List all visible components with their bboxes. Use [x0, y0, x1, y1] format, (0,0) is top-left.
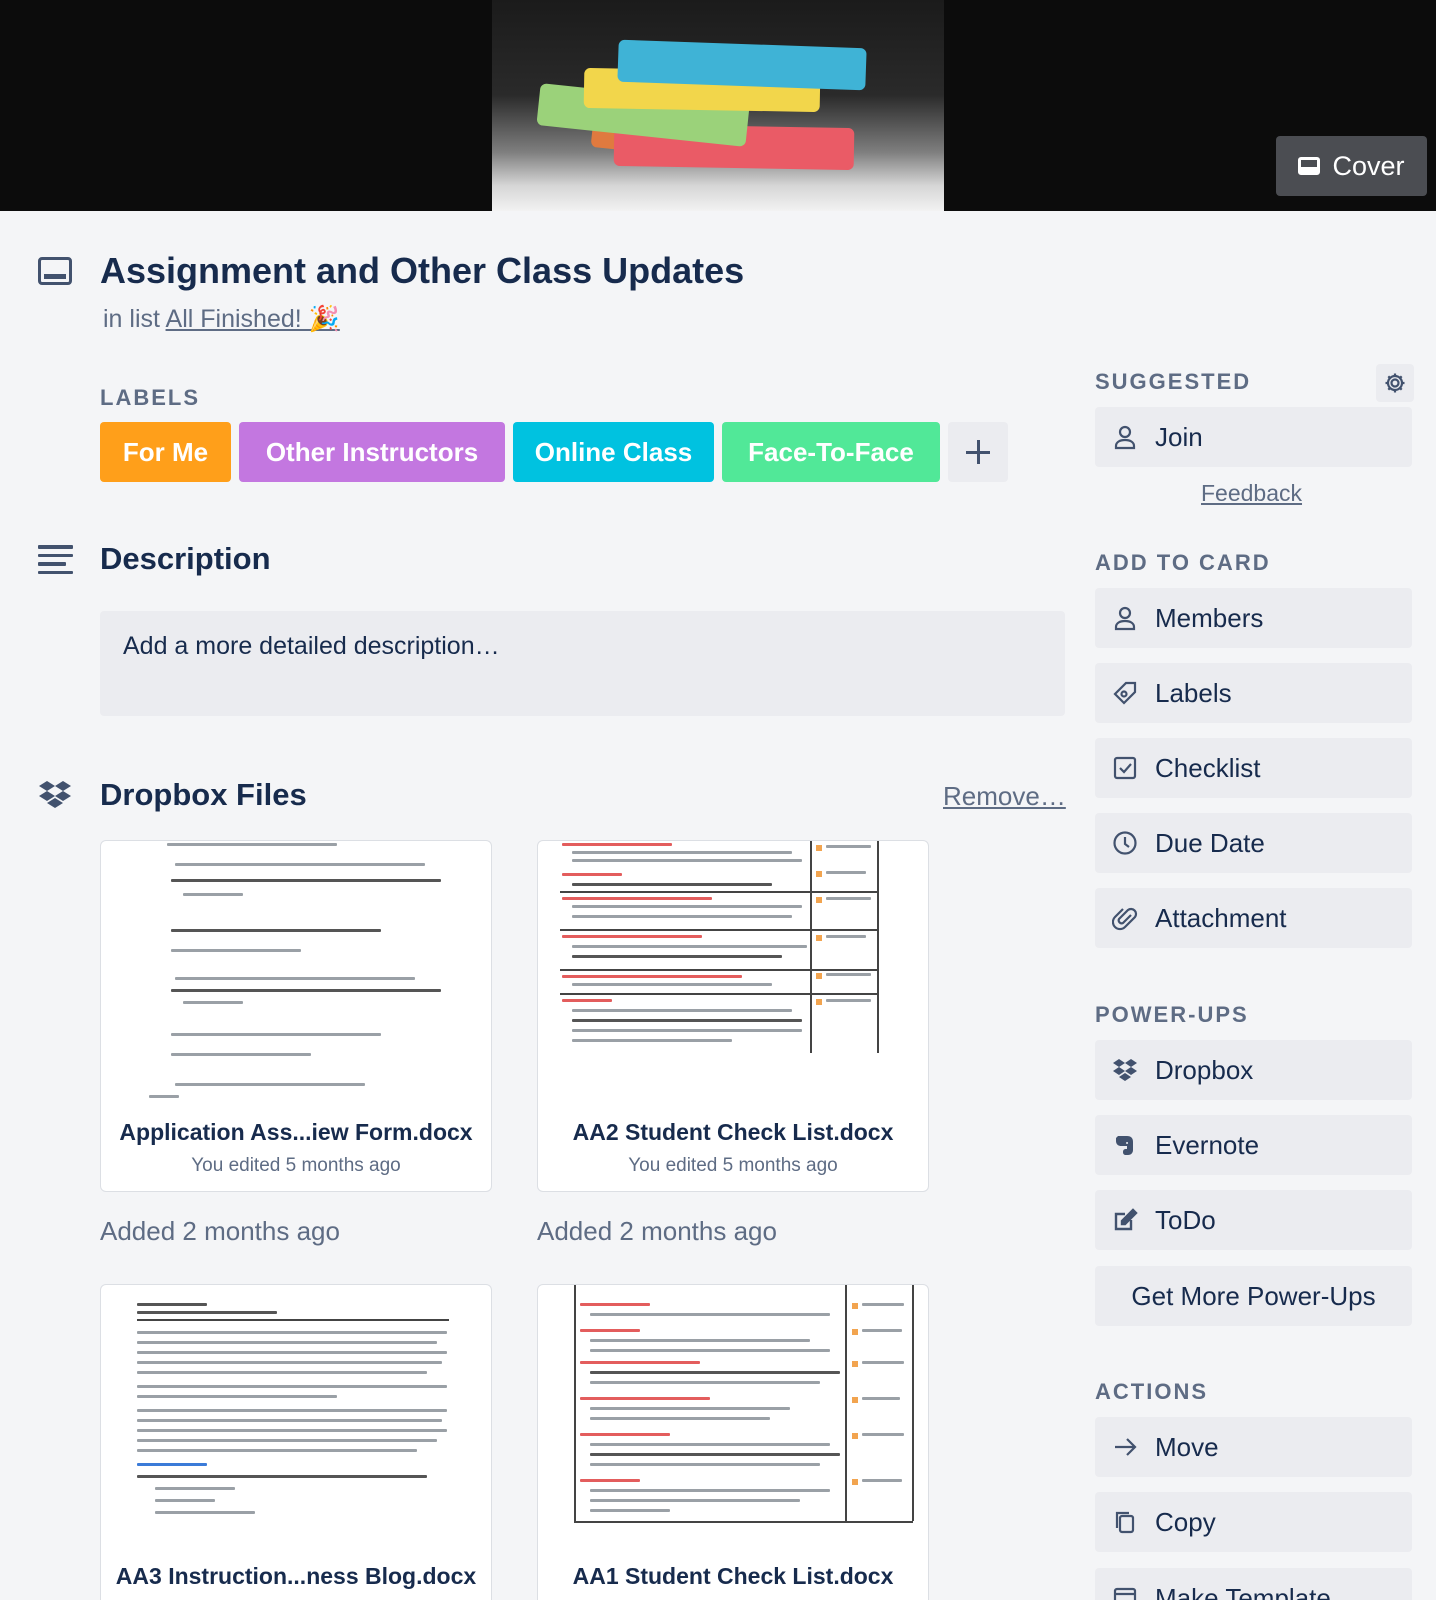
dropbox-icon [39, 781, 71, 808]
labels-button[interactable]: Labels [1095, 663, 1412, 723]
dropbox-label: Dropbox [1155, 1054, 1254, 1085]
description-heading: Description [100, 541, 271, 576]
dropbox-file-card[interactable]: Application Ass...iew Form.docx You edit… [100, 840, 492, 1192]
card-cover: Cover [0, 0, 1436, 211]
file-edited: You edited 5 months ago [628, 1155, 838, 1176]
file-thumbnail [552, 841, 914, 1103]
checklist-button[interactable]: Checklist [1095, 738, 1412, 798]
description-input[interactable]: Add a more detailed description… [100, 611, 1065, 716]
template-icon [1113, 1587, 1137, 1600]
join-label: Join [1155, 421, 1203, 452]
suggested-settings-button[interactable] [1376, 364, 1414, 402]
copy-label: Copy [1155, 1506, 1216, 1537]
card-title[interactable]: Assignment and Other Class Updates [100, 250, 744, 292]
suggested-heading: SUGGESTED [1095, 369, 1252, 394]
dropbox-heading: Dropbox Files [100, 777, 307, 812]
copy-button[interactable]: Copy [1095, 1492, 1412, 1552]
cover-icon [1298, 157, 1321, 175]
cover-image [492, 0, 944, 211]
due-date-button[interactable]: Due Date [1095, 813, 1412, 873]
evernote-powerup-button[interactable]: Evernote [1095, 1115, 1412, 1175]
members-label: Members [1155, 602, 1264, 633]
list-link[interactable]: All Finished! 🎉 [166, 305, 340, 333]
checkbox-icon [1113, 756, 1137, 780]
dropbox-powerup-button[interactable]: Dropbox [1095, 1040, 1412, 1100]
dropbox-file-card[interactable]: AA2 Student Check List.docx You edited 5… [537, 840, 929, 1192]
todo-label: ToDo [1155, 1204, 1216, 1235]
arrow-right-icon [1115, 1438, 1137, 1456]
dropbox-file-card[interactable]: AA3 Instruction...ness Blog.docx [100, 1284, 492, 1600]
labels-heading: LABELS [100, 385, 200, 410]
card-list-info: in list All Finished! 🎉 [103, 305, 340, 334]
members-button[interactable]: Members [1095, 588, 1412, 648]
file-thumbnail [115, 1285, 477, 1547]
feedback-link[interactable]: Feedback [1201, 480, 1302, 507]
label-online-class[interactable]: Online Class [513, 422, 714, 482]
file-thumbnail [115, 841, 477, 1103]
evernote-icon [1116, 1136, 1133, 1155]
file-edited: You edited 5 months ago [191, 1155, 401, 1176]
move-label: Move [1155, 1431, 1219, 1462]
file-name: AA1 Student Check List.docx [572, 1563, 894, 1589]
label-other-instructors[interactable]: Other Instructors [239, 422, 505, 482]
edit-icon [1114, 1208, 1138, 1231]
person-icon [1114, 606, 1136, 631]
description-icon [38, 545, 73, 579]
dropbox-icon [1113, 1059, 1137, 1081]
move-button[interactable]: Move [1095, 1417, 1412, 1477]
labels-label: Labels [1155, 677, 1232, 708]
power-ups-heading: POWER-UPS [1095, 1002, 1249, 1027]
file-added-date: Added 2 months ago [537, 1216, 777, 1246]
cover-button[interactable]: Cover [1276, 136, 1427, 196]
make-template-button[interactable]: Make Template [1095, 1568, 1412, 1600]
person-icon [1114, 425, 1136, 450]
file-added-date: Added 2 months ago [100, 1216, 340, 1246]
actions-heading: ACTIONS [1095, 1379, 1208, 1404]
add-to-card-heading: ADD TO CARD [1095, 550, 1271, 575]
cover-button-label: Cover [1332, 150, 1405, 181]
clock-icon [1113, 831, 1137, 855]
label-for-me[interactable]: For Me [100, 422, 231, 482]
tag-icon [1113, 681, 1137, 705]
plus-icon [966, 440, 990, 464]
file-name: Application Ass...iew Form.docx [119, 1119, 473, 1145]
attachment-button[interactable]: Attachment [1095, 888, 1412, 948]
gear-icon [1385, 373, 1405, 393]
checklist-label: Checklist [1155, 752, 1261, 783]
due-date-label: Due Date [1155, 827, 1265, 858]
file-thumbnail [552, 1285, 914, 1547]
copy-icon [1115, 1511, 1135, 1534]
make-template-label: Make Template [1155, 1582, 1331, 1600]
todo-powerup-button[interactable]: ToDo [1095, 1190, 1412, 1250]
remove-dropbox-link[interactable]: Remove… [943, 781, 1066, 812]
dropbox-file-card[interactable]: AA1 Student Check List.docx [537, 1284, 929, 1600]
file-name: AA3 Instruction...ness Blog.docx [115, 1563, 477, 1589]
evernote-label: Evernote [1155, 1129, 1260, 1160]
file-name: AA2 Student Check List.docx [572, 1119, 894, 1145]
card-icon [38, 257, 72, 285]
add-label-button[interactable] [948, 422, 1008, 482]
attachment-label: Attachment [1155, 902, 1287, 933]
get-more-power-ups-button[interactable]: Get More Power-Ups [1095, 1266, 1412, 1326]
join-button[interactable]: Join [1095, 407, 1412, 467]
paperclip-icon [1112, 907, 1138, 931]
list-prefix: in list [103, 305, 160, 333]
label-face-to-face[interactable]: Face-To-Face [722, 422, 940, 482]
